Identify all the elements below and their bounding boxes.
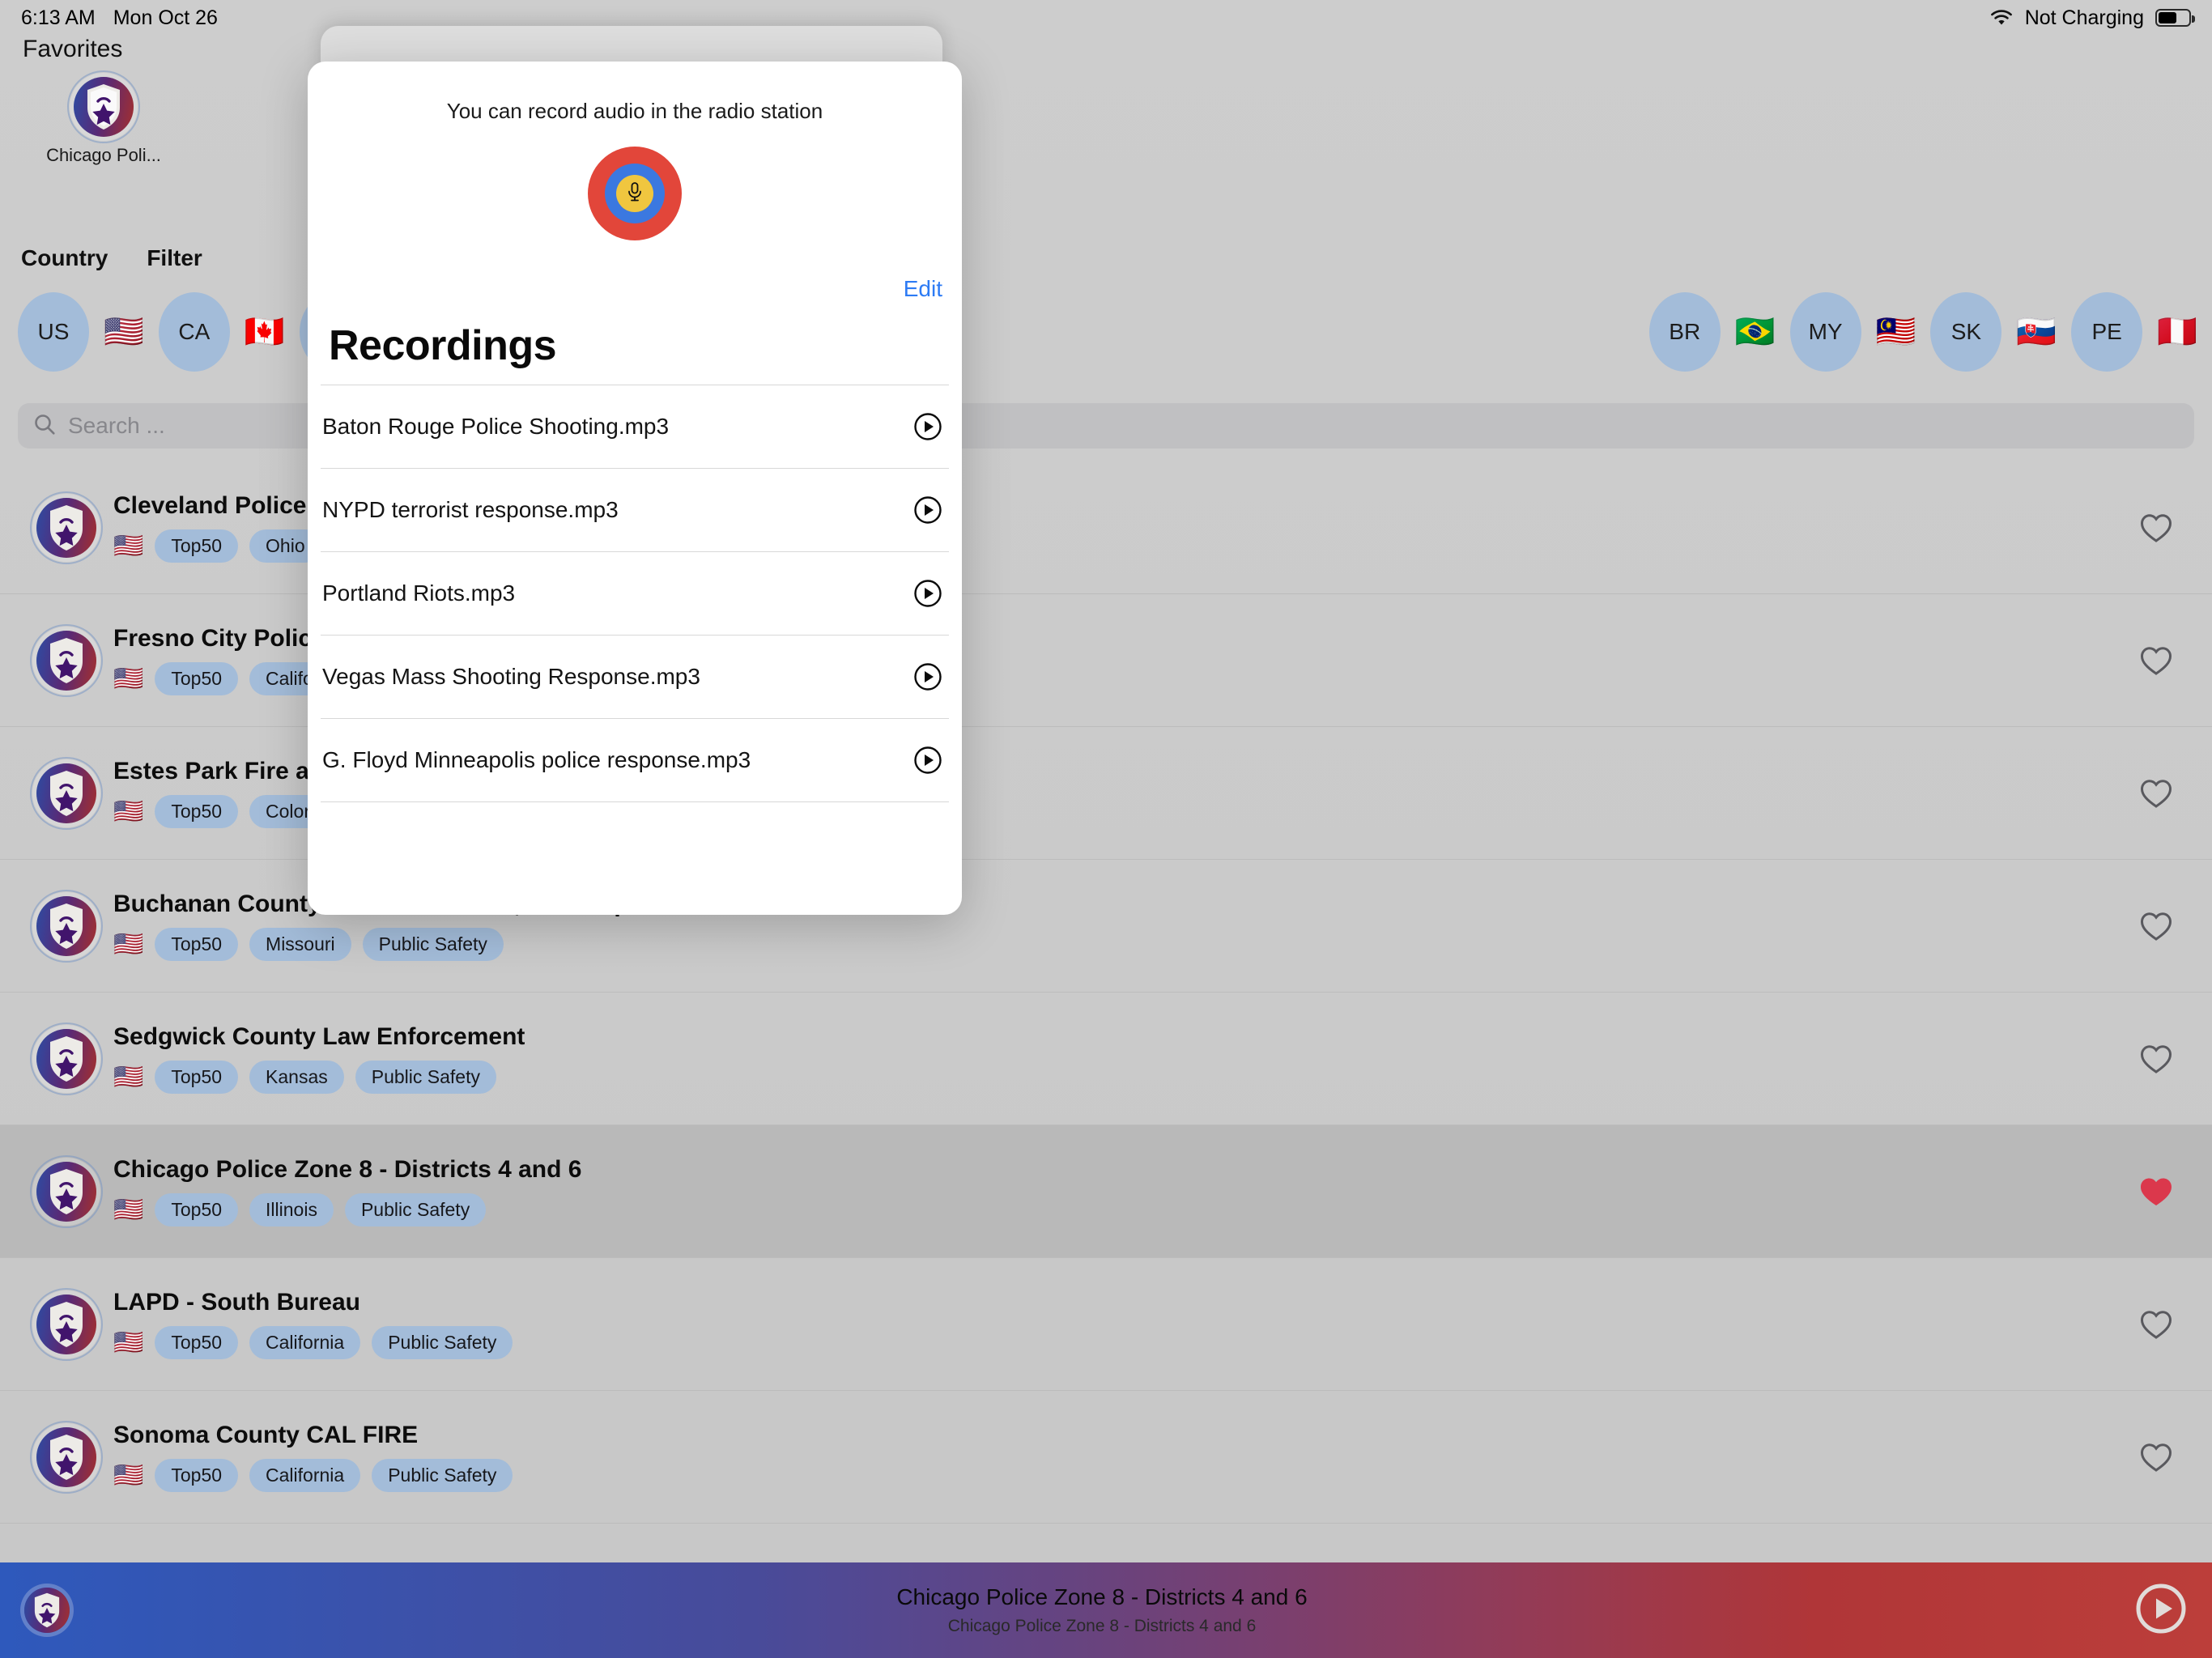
recording-name: Baton Rouge Police Shooting.mp3 (322, 414, 670, 439)
recordings-list[interactable]: Baton Rouge Police Shooting.mp3 NYPD ter… (321, 385, 949, 802)
play-circle-icon[interactable] (913, 495, 942, 525)
recording-row[interactable]: Vegas Mass Shooting Response.mp3 (321, 636, 949, 719)
recording-row[interactable]: Baton Rouge Police Shooting.mp3 (321, 385, 949, 469)
record-button-middle-ring (605, 164, 665, 223)
edit-button[interactable]: Edit (904, 276, 942, 301)
recording-row[interactable]: NYPD terrorist response.mp3 (321, 469, 949, 552)
microphone-icon (625, 181, 644, 206)
record-hint-text: You can record audio in the radio statio… (446, 99, 823, 123)
recordings-heading: Recordings (329, 322, 557, 369)
play-circle-icon[interactable] (913, 579, 942, 608)
recording-name: Vegas Mass Shooting Response.mp3 (322, 664, 700, 689)
recording-name: G. Floyd Minneapolis police response.mp3 (322, 747, 751, 772)
recording-row[interactable]: Portland Riots.mp3 (321, 552, 949, 636)
play-circle-icon[interactable] (913, 746, 942, 775)
recording-name: NYPD terrorist response.mp3 (322, 497, 619, 522)
recording-name: Portland Riots.mp3 (322, 580, 516, 606)
play-circle-icon[interactable] (913, 662, 942, 691)
play-circle-icon[interactable] (913, 412, 942, 441)
recordings-modal: You can record audio in the radio statio… (308, 62, 962, 915)
recording-row[interactable]: G. Floyd Minneapolis police response.mp3 (321, 719, 949, 802)
record-button[interactable] (588, 147, 682, 240)
record-button-inner (616, 175, 653, 212)
